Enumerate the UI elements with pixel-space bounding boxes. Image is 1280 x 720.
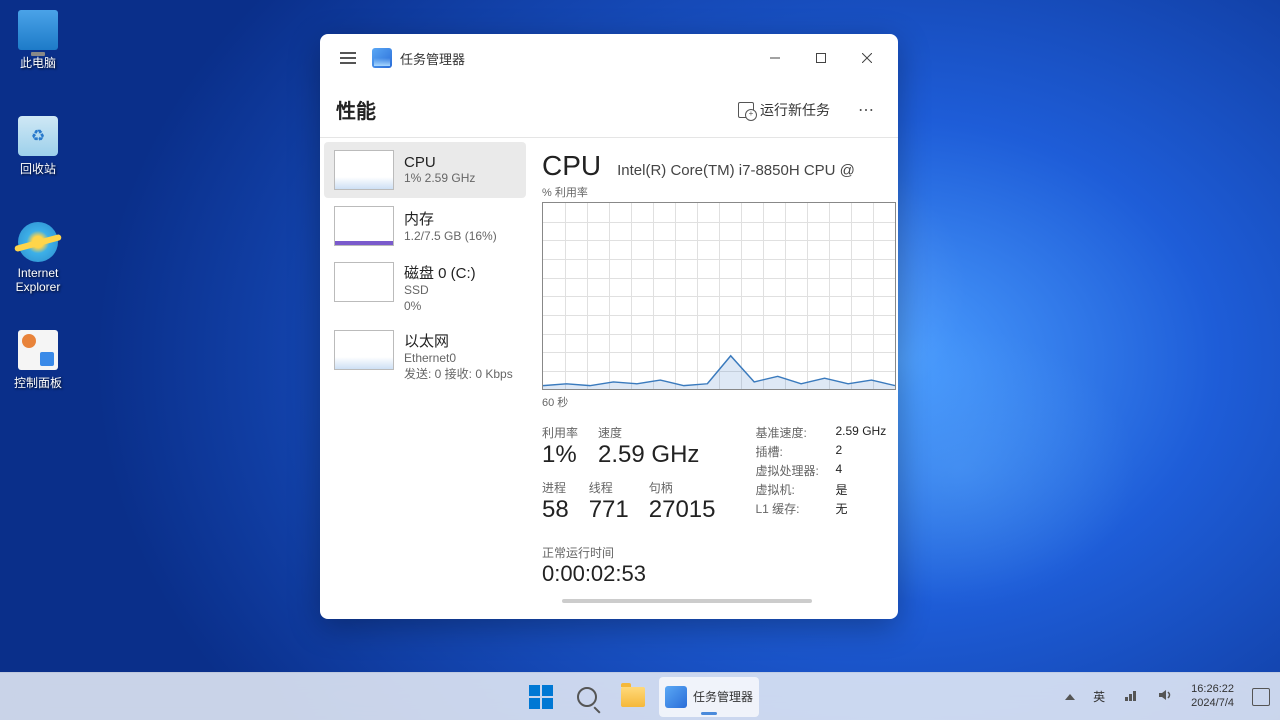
desktop-icon-control[interactable]: 控制面板	[0, 330, 76, 391]
task-manager-taskbar-button[interactable]: 任务管理器	[659, 677, 759, 717]
sidebar: CPU 1% 2.59 GHz 内存 1.2/7.5 GB (16%) 磁盘 0…	[320, 138, 530, 619]
run-task-icon	[738, 102, 754, 118]
notifications-button[interactable]	[1248, 684, 1274, 710]
close-button[interactable]	[844, 42, 890, 74]
clock-time: 16:26:22	[1191, 683, 1234, 696]
clock[interactable]: 16:26:22 2024/7/4	[1187, 679, 1238, 713]
ie-icon	[18, 222, 58, 262]
start-button[interactable]	[521, 677, 561, 717]
sidebar-item-detail: 1% 2.59 GHz	[404, 171, 475, 187]
stat-label-handle: 句柄	[649, 479, 716, 496]
kv-value-vm: 是	[836, 481, 848, 498]
desktop-icon-recycle[interactable]: 回收站	[0, 116, 76, 177]
memory-thumbnail	[334, 206, 394, 246]
sidebar-item-detail: Ethernet0	[404, 351, 513, 367]
stat-value-proc: 58	[542, 496, 569, 524]
sidebar-item-name: CPU	[404, 154, 475, 171]
stat-value-speed: 2.59 GHz	[598, 441, 699, 469]
uptime-label: 正常运行时间	[542, 544, 716, 561]
desktop-icon-label: Internet Explorer	[0, 266, 76, 294]
stat-value-handle: 27015	[649, 496, 716, 524]
main-subtitle: Intel(R) Core(TM) i7-8850H CPU @	[617, 162, 855, 179]
desktop-icon-label: 此电脑	[0, 54, 76, 71]
kv-label-vm: 虚拟机:	[756, 481, 836, 498]
kv-value-base: 2.59 GHz	[836, 424, 887, 441]
language-indicator[interactable]: 英	[1089, 684, 1109, 709]
tray-network-icon[interactable]	[1119, 683, 1143, 710]
main-title: CPU	[542, 150, 601, 180]
notification-icon	[1252, 688, 1270, 706]
task-manager-icon	[372, 48, 392, 68]
sidebar-item-detail: 1.2/7.5 GB (16%)	[404, 229, 497, 245]
kv-value-socket: 2	[836, 443, 843, 460]
main-panel: CPU Intel(R) Core(TM) i7-8850H CPU @ % 利…	[530, 138, 898, 619]
stat-value-thread: 771	[589, 496, 629, 524]
search-button[interactable]	[567, 677, 607, 717]
stat-label-util: 利用率	[542, 424, 578, 441]
taskbar-item-label: 任务管理器	[693, 688, 753, 705]
sidebar-item-detail: 0%	[404, 299, 476, 315]
titlebar[interactable]: 任务管理器	[320, 34, 898, 82]
hamburger-menu-button[interactable]	[328, 38, 368, 78]
kv-value-vcpu: 4	[836, 462, 843, 479]
folder-icon	[621, 687, 645, 707]
sidebar-item-disk[interactable]: 磁盘 0 (C:) SSD 0%	[324, 254, 526, 322]
toolbar: 性能 运行新任务 ⋯	[320, 82, 898, 138]
chart-xlabel: 60 秒	[542, 394, 898, 410]
taskbar: 任务管理器 英 16:26:22 2024/7/4	[0, 672, 1280, 720]
run-new-task-button[interactable]: 运行新任务	[728, 94, 840, 126]
system-tray: 英 16:26:22 2024/7/4	[1061, 679, 1274, 713]
stat-label-thread: 线程	[589, 479, 629, 496]
stat-label-proc: 进程	[542, 479, 569, 496]
sidebar-item-memory[interactable]: 内存 1.2/7.5 GB (16%)	[324, 198, 526, 254]
stat-label-speed: 速度	[598, 424, 699, 441]
maximize-button[interactable]	[798, 42, 844, 74]
sidebar-item-detail: SSD	[404, 283, 476, 299]
cpu-thumbnail	[334, 150, 394, 190]
sidebar-item-cpu[interactable]: CPU 1% 2.59 GHz	[324, 142, 526, 198]
search-icon	[577, 687, 597, 707]
uptime-value: 0:00:02:53	[542, 561, 716, 587]
clock-date: 2024/7/4	[1191, 697, 1234, 710]
horizontal-scrollbar[interactable]	[542, 599, 898, 607]
control-panel-icon	[18, 330, 58, 370]
kv-value-l1: 无	[836, 500, 848, 517]
more-options-button[interactable]: ⋯	[852, 94, 882, 126]
kv-label-base: 基准速度:	[756, 424, 836, 441]
recycle-icon	[18, 116, 58, 156]
disk-thumbnail	[334, 262, 394, 302]
monitor-icon	[18, 10, 58, 50]
task-manager-window: 任务管理器 性能 运行新任务 ⋯ CPU 1% 2.59 GHz	[320, 34, 898, 619]
tray-overflow-button[interactable]	[1061, 690, 1079, 704]
task-manager-icon	[665, 686, 687, 708]
sidebar-item-name: 以太网	[404, 330, 513, 351]
desktop-icon-computer[interactable]: 此电脑	[0, 10, 76, 71]
run-task-label: 运行新任务	[760, 100, 830, 120]
cpu-chart[interactable]	[542, 202, 896, 390]
chevron-up-icon	[1065, 694, 1075, 700]
sidebar-item-name: 磁盘 0 (C:)	[404, 262, 476, 283]
hamburger-icon	[340, 52, 356, 64]
tray-volume-icon[interactable]	[1153, 683, 1177, 710]
ethernet-thumbnail	[334, 330, 394, 370]
file-explorer-button[interactable]	[613, 677, 653, 717]
desktop-icon-label: 控制面板	[0, 374, 76, 391]
tab-performance[interactable]: 性能	[336, 95, 376, 124]
sidebar-item-detail: 发送: 0 接收: 0 Kbps	[404, 367, 513, 383]
desktop-icon-label: 回收站	[0, 160, 76, 177]
network-icon	[1123, 687, 1139, 703]
desktop-icon-ie[interactable]: Internet Explorer	[0, 222, 76, 294]
sidebar-item-ethernet[interactable]: 以太网 Ethernet0 发送: 0 接收: 0 Kbps	[324, 322, 526, 390]
speaker-icon	[1157, 687, 1173, 703]
kv-label-vcpu: 虚拟处理器:	[756, 462, 836, 479]
kv-label-socket: 插槽:	[756, 443, 836, 460]
kv-label-l1: L1 缓存:	[756, 500, 836, 517]
windows-icon	[529, 685, 553, 709]
sidebar-item-name: 内存	[404, 208, 497, 229]
minimize-button[interactable]	[752, 42, 798, 74]
chart-ylabel: % 利用率	[542, 184, 898, 200]
stat-value-util: 1%	[542, 441, 578, 469]
window-title: 任务管理器	[400, 49, 465, 68]
